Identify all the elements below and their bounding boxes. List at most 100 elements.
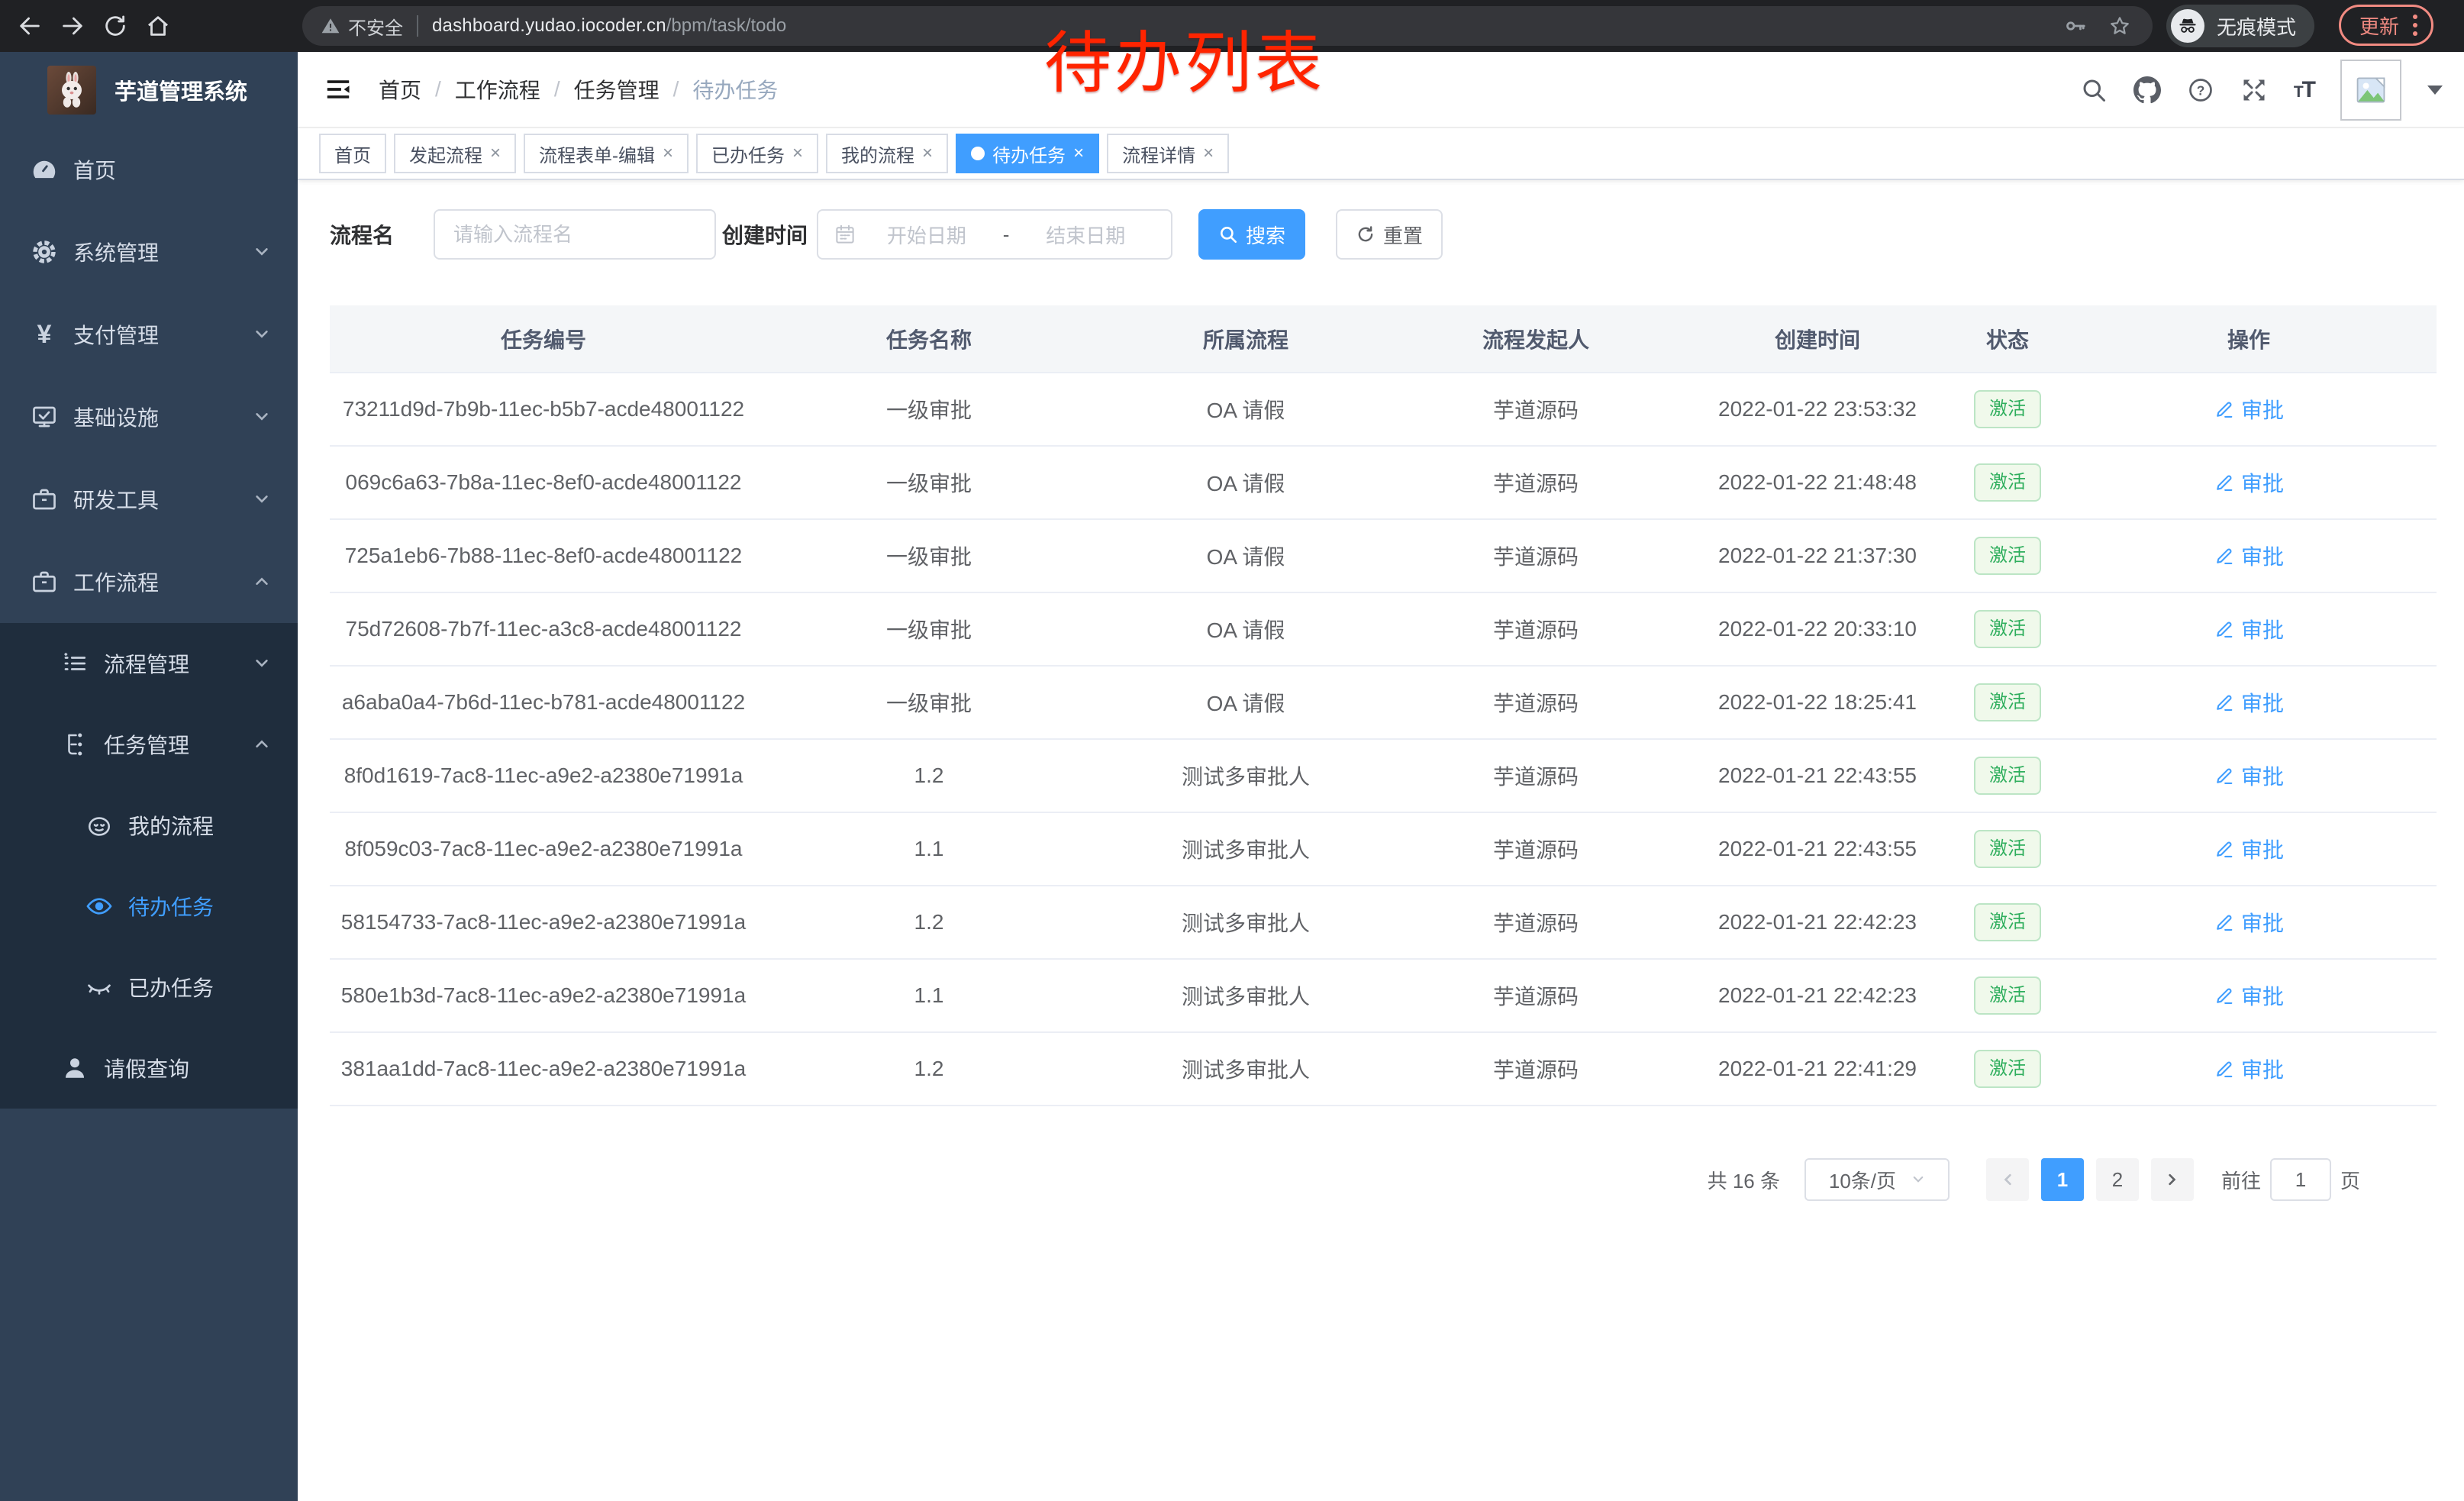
sidebar-item-dev-tools[interactable]: 研发工具 [0,458,298,541]
sidebar-item-label: 工作流程 [73,567,159,597]
cell-task-id: 381aa1dd-7ac8-11ec-a9e2-a2380e71991a [330,1032,757,1106]
breadcrumb-task-management[interactable]: 任务管理 [574,74,660,105]
range-separator: - [997,223,1016,247]
search-icon[interactable] [2080,76,2108,104]
sidebar-item-home[interactable]: 首页 [0,128,298,211]
chevron-left-icon [2000,1172,2015,1187]
cell-task-id: 75d72608-7b7f-11ec-a3c8-acde48001122 [330,592,757,666]
approve-link[interactable]: 审批 [2214,687,2284,718]
close-icon[interactable]: × [490,144,501,163]
cell-initiator: 芋道源码 [1391,886,1681,959]
face-icon [85,812,113,839]
col-actions: 操作 [2061,305,2437,373]
table-row: 580e1b3d-7ac8-11ec-a9e2-a2380e71991a 1.1… [330,959,2437,1032]
tab-done-tasks[interactable]: 已办任务× [696,134,818,173]
prev-page-button[interactable] [1986,1158,2029,1201]
cell-task-name: 1.1 [757,812,1101,886]
avatar[interactable] [2340,60,2401,121]
edit-pen-icon [2214,472,2235,493]
page-button-1[interactable]: 1 [2041,1158,2084,1201]
approve-link[interactable]: 审批 [2214,614,2284,644]
close-icon[interactable]: × [663,144,673,163]
approve-link[interactable]: 审批 [2214,907,2284,938]
close-icon[interactable]: × [1203,144,1214,163]
next-page-button[interactable] [2151,1158,2194,1201]
sidebar-item-process-management[interactable]: 流程管理 [0,623,298,704]
bookmark-star-icon[interactable] [2108,15,2131,37]
chevron-down-icon [253,655,270,672]
page-size-select[interactable]: 10条/页 [1804,1158,1950,1201]
date-range-picker[interactable]: 开始日期 - 结束日期 [817,209,1172,260]
approve-link[interactable]: 审批 [2214,834,2284,864]
home-icon[interactable] [145,13,171,39]
process-name-input[interactable] [434,209,716,260]
cell-initiator: 芋道源码 [1391,739,1681,812]
sidebar-item-todo-tasks[interactable]: 待办任务 [0,866,298,947]
cell-task-id: 069c6a63-7b8a-11ec-8ef0-acde48001122 [330,446,757,519]
reset-button[interactable]: 重置 [1336,209,1443,260]
close-icon[interactable]: × [792,144,803,163]
breadcrumb-home[interactable]: 首页 [379,74,421,105]
eye-closed-icon [85,973,113,1001]
sidebar-item-infrastructure[interactable]: 基础设施 [0,376,298,458]
start-date-placeholder[interactable]: 开始日期 [856,221,997,249]
back-icon[interactable] [17,13,43,39]
security-label[interactable]: 不安全 [348,13,403,40]
sidebar-item-label: 已办任务 [128,972,214,1002]
update-button[interactable]: 更新 [2339,5,2433,46]
tab-process-form-edit[interactable]: 流程表单-编辑× [524,134,689,173]
approve-link[interactable]: 审批 [2214,980,2284,1011]
sidebar-collapse-icon[interactable] [324,75,353,104]
cell-actions: 审批 [2061,373,2437,446]
fullscreen-icon[interactable] [2240,76,2268,104]
cell-process: 测试多审批人 [1101,886,1391,959]
github-icon[interactable] [2133,76,2161,104]
sidebar-item-task-management[interactable]: 任务管理 [0,704,298,785]
cell-initiator: 芋道源码 [1391,446,1681,519]
sidebar-item-done-tasks[interactable]: 已办任务 [0,947,298,1028]
close-icon[interactable]: × [1073,144,1084,163]
status-badge: 激活 [1974,903,2041,941]
user-icon [61,1054,89,1082]
browser-menu-icon[interactable] [2413,15,2417,36]
search-button[interactable]: 搜索 [1198,209,1305,260]
caret-down-icon[interactable] [2427,86,2443,95]
logo-band[interactable]: 芋道管理系统 [0,52,298,128]
approve-link[interactable]: 审批 [2214,467,2284,498]
tab-process-detail[interactable]: 流程详情× [1107,134,1229,173]
page-button-2[interactable]: 2 [2096,1158,2139,1201]
url-bar[interactable]: 不安全 dashboard.yudao.iocoder.cn/bpm/task/… [302,6,2153,46]
table-row: 73211d9d-7b9b-11ec-b5b7-acde48001122 一级审… [330,373,2437,446]
sidebar-item-payment[interactable]: ¥ 支付管理 [0,293,298,376]
sidebar-item-label: 请假查询 [104,1053,189,1083]
reload-icon[interactable] [102,13,128,39]
close-icon[interactable]: × [922,144,933,163]
tab-my-processes[interactable]: 我的流程× [826,134,948,173]
tab-todo-tasks[interactable]: 待办任务× [956,134,1099,173]
forward-icon[interactable] [60,13,85,39]
sidebar-item-label: 研发工具 [73,484,159,515]
goto-page-input[interactable] [2270,1158,2331,1201]
end-date-placeholder[interactable]: 结束日期 [1015,221,1156,249]
help-icon[interactable]: ? [2187,76,2214,104]
cell-task-id: 8f0d1619-7ac8-11ec-a9e2-a2380e71991a [330,739,757,812]
approve-link[interactable]: 审批 [2214,760,2284,791]
sidebar-item-workflow[interactable]: 工作流程 [0,541,298,623]
breadcrumb-workflow[interactable]: 工作流程 [455,74,540,105]
tab-home[interactable]: 首页 [319,134,386,173]
chevron-down-icon [253,244,270,260]
cell-actions: 审批 [2061,959,2437,1032]
sidebar-item-label: 首页 [73,154,116,185]
sidebar-item-leave-query[interactable]: 请假查询 [0,1028,298,1109]
approve-link[interactable]: 审批 [2214,1054,2284,1084]
password-key-icon[interactable] [2064,15,2087,37]
tab-start-process[interactable]: 发起流程× [394,134,516,173]
font-size-icon[interactable]: TT [2294,77,2314,103]
sidebar-item-system[interactable]: 系统管理 [0,211,298,293]
workflow-submenu: 流程管理 任务管理 我的流程 待办任务 [0,623,298,1109]
update-label[interactable]: 更新 [2359,11,2399,40]
sidebar-item-my-processes[interactable]: 我的流程 [0,785,298,866]
approve-link[interactable]: 审批 [2214,394,2284,424]
approve-link[interactable]: 审批 [2214,541,2284,571]
chevron-down-icon [253,408,270,425]
